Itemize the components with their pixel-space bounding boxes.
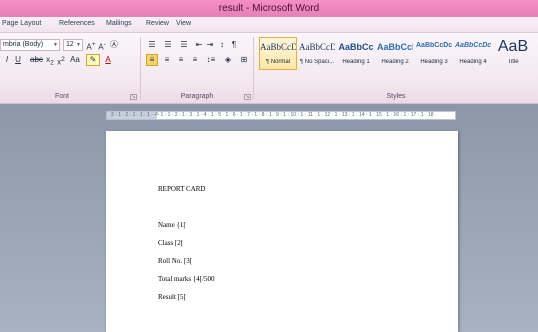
style-heading-4[interactable]: AaBbCcDc Heading 4 <box>454 37 492 70</box>
font-size-combo[interactable]: 12 ▼ <box>63 39 83 51</box>
document-page[interactable]: REPORT CARD Name {1[ Class [2[ Roll No. … <box>106 131 458 332</box>
font-size-value: 12 <box>66 41 74 48</box>
style-name: Title <box>507 59 519 65</box>
font-name-combo[interactable]: mbria (Body) ▼ <box>0 39 60 51</box>
superscript-icon[interactable]: x2 <box>56 54 66 67</box>
style-name: Heading 3 <box>420 59 448 65</box>
document-line-name: Name {1[ <box>158 221 186 229</box>
style-name: Heading 2 <box>381 59 409 65</box>
style-no-spacing[interactable]: AaBbCcD ¶ No Spaci... <box>298 37 336 70</box>
document-heading: REPORT CARD <box>158 185 206 193</box>
highlight-color-icon[interactable]: ✎ <box>86 54 100 66</box>
strikethrough-icon[interactable]: abc <box>30 54 43 66</box>
window-title: result - Microsoft Word <box>218 3 320 14</box>
chevron-down-icon: ▼ <box>76 42 81 48</box>
paragraph-group-label: Paragraph <box>180 93 214 100</box>
numbering-icon[interactable]: ☰ <box>162 39 174 51</box>
style-preview: AaBbCcD <box>260 42 296 52</box>
subscript-icon[interactable]: x2 <box>45 54 55 67</box>
group-divider <box>140 37 141 99</box>
style-heading-3[interactable]: AaBbCcDc Heading 3 <box>415 37 453 70</box>
justify-icon[interactable]: ≡ <box>189 54 201 66</box>
style-preview: AaBbCcI <box>377 42 413 52</box>
multilevel-list-icon[interactable]: ☰ <box>178 39 190 51</box>
italic-icon[interactable]: I <box>3 54 11 66</box>
styles-group-label: Styles <box>386 93 406 100</box>
font-color-icon[interactable]: A <box>103 54 113 66</box>
style-preview: AaB <box>497 38 529 55</box>
align-right-icon[interactable]: ≡ <box>175 54 187 66</box>
style-name: Heading 1 <box>342 59 370 65</box>
styles-gallery: AaBbCcD ¶ Normal AaBbCcD ¶ No Spaci... A… <box>255 37 538 70</box>
style-name: ¶ Normal <box>265 59 291 65</box>
style-preview: AaBbCcDc <box>416 42 452 49</box>
font-dialog-launcher-icon[interactable]: ↘ <box>130 94 137 100</box>
document-line-result: Result [5[ <box>158 293 186 301</box>
ribbon-tabs: Page Layout References Mailings Review V… <box>0 17 538 33</box>
title-bar: result - Microsoft Word <box>0 0 538 17</box>
horizontal-ruler[interactable]: 3 · 1 · 2 · 1 · 1 · 1 · · · 1 · 1 · 2 · … <box>106 111 456 120</box>
group-divider <box>253 37 254 99</box>
grow-font-icon[interactable]: A+ <box>86 39 96 52</box>
style-name: Heading 4 <box>459 59 487 65</box>
align-left-icon[interactable]: ≡ <box>146 54 158 66</box>
shrink-font-icon[interactable]: A- <box>97 39 107 52</box>
bullets-icon[interactable]: ☰ <box>146 39 158 51</box>
tab-mailings[interactable]: Mailings <box>106 20 132 27</box>
style-preview: AaBbCcD <box>299 42 335 52</box>
sort-icon[interactable]: ↕ <box>217 39 227 51</box>
tab-review[interactable]: Review <box>146 20 169 27</box>
tab-page-layout[interactable]: Page Layout <box>2 20 41 27</box>
clear-formatting-icon[interactable]: Ⓐ <box>108 39 120 51</box>
document-line-roll-no: Roll No. [3[ <box>158 257 193 265</box>
borders-icon[interactable]: ⊞ <box>237 54 251 66</box>
decrease-indent-icon[interactable]: ⇤ <box>194 39 204 51</box>
underline-icon[interactable]: U <box>14 54 22 66</box>
document-line-total-marks: Total marks {4[/500 <box>158 275 215 283</box>
change-case-icon[interactable]: Aa <box>68 54 82 66</box>
chevron-down-icon: ▼ <box>53 42 58 48</box>
align-center-icon[interactable]: ≡ <box>161 54 173 66</box>
font-group-label: Font <box>54 93 69 100</box>
style-heading-2[interactable]: AaBbCcI Heading 2 <box>376 37 414 70</box>
font-name-value: mbria (Body) <box>3 41 44 48</box>
paragraph-dialog-launcher-icon[interactable]: ↘ <box>244 94 251 100</box>
tab-view[interactable]: View <box>176 20 191 27</box>
tab-references[interactable]: References <box>59 20 95 27</box>
line-spacing-icon[interactable]: ↕≡ <box>204 54 218 66</box>
indent-marker-icon[interactable]: ⌂ <box>155 112 159 118</box>
show-formatting-icon[interactable]: ¶ <box>229 39 239 51</box>
document-line-class: Class [2[ <box>158 239 184 247</box>
style-heading-1[interactable]: AaBbCc Heading 1 <box>337 37 375 70</box>
shading-icon[interactable]: ◈ <box>221 54 235 66</box>
style-name: ¶ No Spaci... <box>299 59 335 65</box>
increase-indent-icon[interactable]: ⇥ <box>205 39 215 51</box>
style-normal[interactable]: AaBbCcD ¶ Normal <box>259 37 297 70</box>
style-preview: AaBbCc <box>338 42 374 52</box>
style-preview: AaBbCcDc <box>455 42 491 49</box>
style-title[interactable]: AaB Title <box>493 37 533 70</box>
ruler-scale: 3 · 1 · 2 · 1 · 1 · 1 · · · 1 · 1 · 2 · … <box>111 112 437 118</box>
